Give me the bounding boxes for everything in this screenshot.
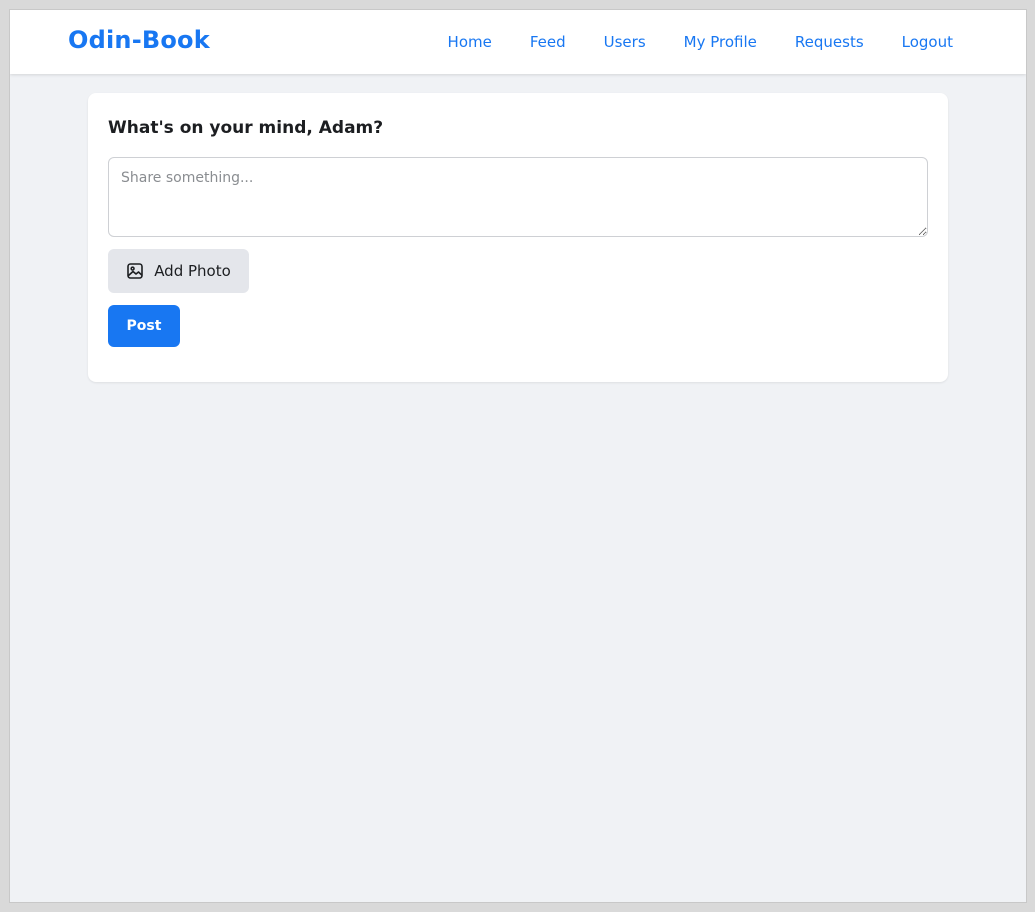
post-composer-card: What's on your mind, Adam? Add Photo Pos… [88, 93, 948, 382]
nav-links: Home Feed Users My Profile Requests Logo… [410, 33, 953, 51]
composer-title: What's on your mind, Adam? [108, 118, 384, 138]
nav-link-feed[interactable]: Feed [530, 33, 566, 51]
app-window: Odin-Book Home Feed Users My Profile Req… [9, 9, 1027, 903]
add-photo-button[interactable]: Add Photo [108, 249, 249, 293]
nav-link-logout[interactable]: Logout [902, 33, 953, 51]
nav-link-requests[interactable]: Requests [795, 33, 864, 51]
navbar: Odin-Book Home Feed Users My Profile Req… [10, 10, 1026, 74]
post-textarea[interactable] [108, 157, 928, 237]
image-icon [126, 262, 144, 280]
nav-link-users[interactable]: Users [604, 33, 646, 51]
nav-link-my-profile[interactable]: My Profile [684, 33, 757, 51]
brand-logo-link[interactable]: Odin-Book [68, 26, 210, 54]
nav-link-home[interactable]: Home [448, 33, 492, 51]
add-photo-label: Add Photo [154, 262, 231, 280]
post-button[interactable]: Post [108, 305, 180, 347]
